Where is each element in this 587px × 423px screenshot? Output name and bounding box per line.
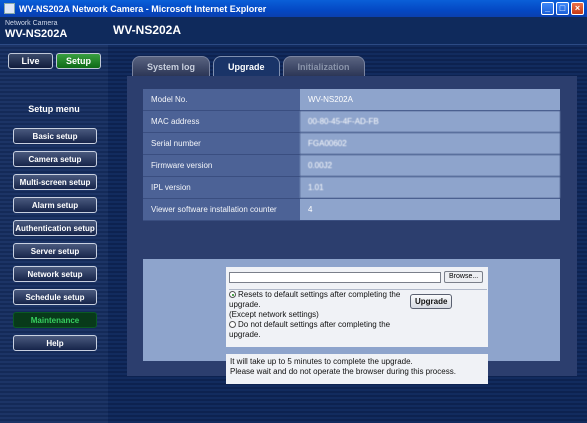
note-line-1: It will take up to 5 minutes to complete… xyxy=(230,357,413,366)
sidebar: Live Setup Setup menu Basic setup Camera… xyxy=(0,45,108,423)
window-titlebar: WV-NS202A Network Camera - Microsoft Int… xyxy=(0,0,587,17)
brand: Network Camera WV-NS202A xyxy=(0,17,108,44)
upgrade-note: It will take up to 5 minutes to complete… xyxy=(226,354,488,384)
tab-upgrade[interactable]: Upgrade xyxy=(213,56,280,76)
close-button[interactable]: × xyxy=(571,2,584,15)
upgrade-form: Browse... Resets to default settings aft… xyxy=(226,267,488,347)
table-row: Model No. WV-NS202A xyxy=(143,89,560,111)
table-row: IPL version 1.01 xyxy=(143,176,560,199)
setup-menu-label: Setup menu xyxy=(28,104,80,114)
menu-authentication-setup[interactable]: Authentication setup xyxy=(13,220,97,236)
info-label: Model No. xyxy=(143,89,300,111)
menu-alarm-setup[interactable]: Alarm setup xyxy=(13,197,97,213)
main-content: System log Upgrade Initialization Model … xyxy=(108,45,587,423)
tab-initialization[interactable]: Initialization xyxy=(282,56,365,76)
menu-camera-setup[interactable]: Camera setup xyxy=(13,151,97,167)
menu-maintenance[interactable]: Maintenance xyxy=(13,312,97,328)
firmware-file-input[interactable] xyxy=(229,271,441,283)
info-value: 1.01 xyxy=(300,176,560,199)
reset-default-radio[interactable] xyxy=(229,291,236,298)
setup-button[interactable]: Setup xyxy=(56,53,101,69)
menu-network-setup[interactable]: Network setup xyxy=(13,266,97,282)
upgrade-button[interactable]: Upgrade xyxy=(410,294,453,309)
menu-server-setup[interactable]: Server setup xyxy=(13,243,97,259)
menu-schedule-setup[interactable]: Schedule setup xyxy=(13,289,97,305)
page-title: WV-NS202A xyxy=(113,23,182,37)
option-reset-note: (Except network settings) xyxy=(229,310,319,319)
page-header: Network Camera WV-NS202A WV-NS202A xyxy=(0,17,587,45)
upgrade-panel: Model No. WV-NS202A MAC address 00-80-45… xyxy=(127,76,577,384)
info-label: Serial number xyxy=(143,132,300,155)
info-value: 0.00J2 xyxy=(300,154,560,177)
menu-basic-setup[interactable]: Basic setup xyxy=(13,128,97,144)
no-default-radio[interactable] xyxy=(229,321,236,328)
browse-button[interactable]: Browse... xyxy=(444,271,484,283)
note-line-2: Please wait and do not operate the brows… xyxy=(230,367,456,376)
option-reset-label: Resets to default settings after complet… xyxy=(229,290,401,309)
menu-multi-screen-setup[interactable]: Multi-screen setup xyxy=(13,174,97,190)
info-label: Firmware version xyxy=(143,154,300,177)
info-value: 00-80-45-4F-AD-FB xyxy=(300,110,560,133)
tab-bar: System log Upgrade Initialization xyxy=(132,56,365,76)
info-value: FGA00602 xyxy=(300,132,560,155)
menu-help[interactable]: Help xyxy=(13,335,97,351)
info-label: MAC address xyxy=(143,110,300,133)
brand-model: WV-NS202A xyxy=(5,28,68,40)
device-info-table: Model No. WV-NS202A MAC address 00-80-45… xyxy=(143,89,560,221)
table-row: MAC address 00-80-45-4F-AD-FB xyxy=(143,110,560,133)
info-value: 4 xyxy=(300,198,560,221)
brand-subtitle: Network Camera xyxy=(5,20,58,27)
info-value: WV-NS202A xyxy=(300,89,560,111)
maximize-button[interactable]: □ xyxy=(556,2,569,15)
minimize-button[interactable]: _ xyxy=(541,2,554,15)
table-row: Viewer software installation counter 4 xyxy=(143,198,560,221)
window-title: WV-NS202A Network Camera - Microsoft Int… xyxy=(19,3,267,14)
ie-icon xyxy=(4,3,15,14)
upgrade-box: Browse... Resets to default settings aft… xyxy=(143,259,560,384)
live-button[interactable]: Live xyxy=(8,53,53,69)
option-no-default-label: Do not default settings after completing… xyxy=(229,320,391,339)
setup-menu: Basic setup Camera setup Multi-screen se… xyxy=(13,128,97,358)
info-label: Viewer software installation counter xyxy=(143,198,300,221)
info-label: IPL version xyxy=(143,176,300,199)
table-row: Firmware version 0.00J2 xyxy=(143,154,560,177)
table-row: Serial number FGA00602 xyxy=(143,132,560,155)
tab-system-log[interactable]: System log xyxy=(132,56,211,76)
